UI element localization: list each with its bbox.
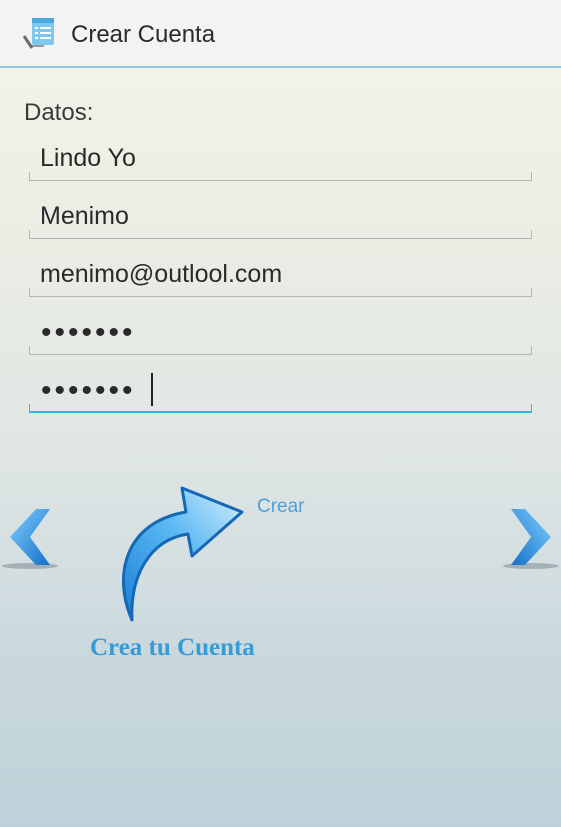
- section-label: Datos:: [24, 99, 94, 126]
- email-field[interactable]: [29, 257, 532, 297]
- first-name-field[interactable]: [29, 141, 532, 181]
- email-input[interactable]: [40, 257, 520, 291]
- first-name-input[interactable]: [40, 141, 520, 175]
- password-field[interactable]: •••••••: [29, 315, 532, 355]
- field-underline: [29, 172, 532, 181]
- field-underline: [29, 404, 532, 413]
- text-caret: [151, 373, 153, 406]
- action-bar: Crear Cuenta: [0, 0, 561, 68]
- confirm-password-mask[interactable]: •••••••: [41, 375, 136, 407]
- field-underline: [29, 346, 532, 355]
- crear-link[interactable]: Crear: [257, 496, 305, 518]
- app-title: Crear Cuenta: [71, 21, 216, 48]
- last-name-input[interactable]: [40, 199, 520, 233]
- crea-tu-cuenta-caption: Crea tu Cuenta: [90, 634, 255, 661]
- field-underline: [29, 230, 532, 239]
- confirm-password-field[interactable]: •••••••: [29, 373, 532, 413]
- chevron-left-icon[interactable]: [0, 505, 58, 575]
- password-mask[interactable]: •••••••: [41, 317, 136, 349]
- chevron-right-icon[interactable]: [503, 505, 561, 575]
- notepad-checklist-icon[interactable]: [22, 16, 60, 54]
- curved-arrow-icon[interactable]: [118, 482, 258, 632]
- last-name-field[interactable]: [29, 199, 532, 239]
- field-underline: [29, 288, 532, 297]
